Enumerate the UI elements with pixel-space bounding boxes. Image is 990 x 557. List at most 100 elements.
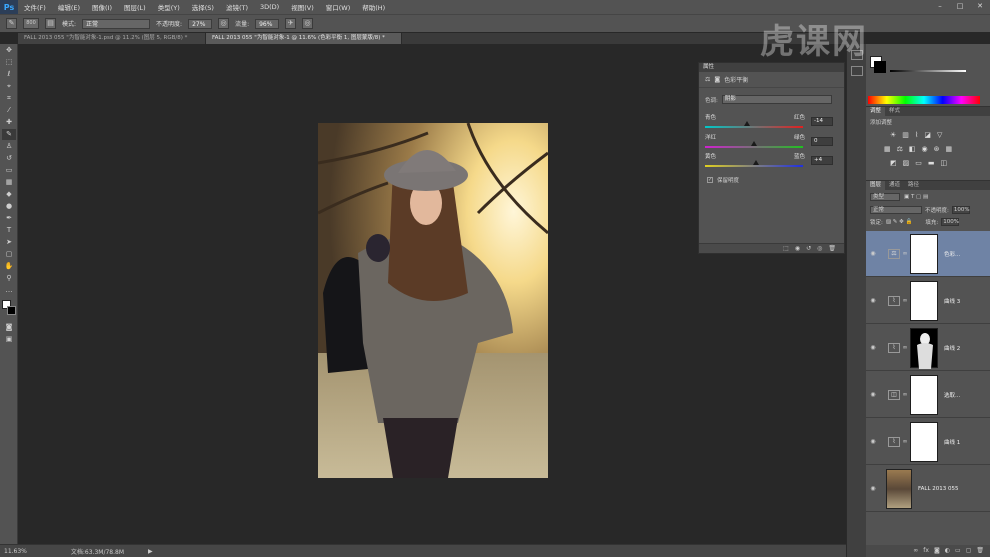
- pressure-opacity-icon[interactable]: ◎: [218, 18, 230, 29]
- extra-tools-icon[interactable]: …: [2, 285, 16, 296]
- zoom-readout[interactable]: 11.63%: [4, 548, 27, 555]
- type-tool-icon[interactable]: T: [2, 225, 16, 236]
- layer-row[interactable]: ◉ ⌇ ∞ 曲线 2: [866, 325, 990, 371]
- mask-icon[interactable]: ◙: [714, 76, 720, 83]
- layer-row[interactable]: ◉ FALL 2013 055: [866, 466, 990, 512]
- mode-select[interactable]: 正常: [82, 18, 151, 29]
- layer-opacity-input[interactable]: 100%: [951, 206, 970, 214]
- selective-color-icon[interactable]: ◫: [941, 159, 948, 167]
- tab-document-2[interactable]: FALL 2013 055 "为智能对象-1 @ 11.6% (色彩平衡 1, …: [206, 33, 402, 44]
- menu-image[interactable]: 图像(I): [86, 2, 118, 12]
- blend-mode-select[interactable]: 正常: [870, 206, 922, 214]
- dodge-tool-icon[interactable]: ●: [2, 201, 16, 212]
- link-icon[interactable]: ∞: [900, 391, 910, 398]
- menu-filter[interactable]: 滤镜(T): [220, 2, 254, 12]
- status-arrow-icon[interactable]: ▶: [148, 548, 153, 555]
- menu-window[interactable]: 窗口(W): [320, 2, 357, 12]
- document-image[interactable]: [318, 123, 548, 478]
- brush-size-picker[interactable]: 800: [23, 18, 39, 29]
- brush-tool-icon[interactable]: ✎: [2, 129, 16, 140]
- layer-kind-select[interactable]: 类型: [870, 193, 900, 201]
- visibility-eye-icon[interactable]: ◉: [866, 438, 880, 445]
- color-balance-icon[interactable]: ⚖: [897, 145, 903, 153]
- reset-icon[interactable]: ↺: [806, 244, 811, 253]
- layer-mask-thumb[interactable]: [910, 421, 938, 462]
- opacity-input[interactable]: 27%: [188, 18, 213, 29]
- layer-row[interactable]: ◉ ⌇ ∞ 曲线 1: [866, 419, 990, 465]
- tab-adjustments[interactable]: 调整: [866, 107, 886, 116]
- fx-icon[interactable]: fx: [923, 545, 929, 557]
- threshold-icon[interactable]: ▭: [915, 159, 922, 167]
- menu-layer[interactable]: 图层(L): [118, 2, 152, 12]
- new-group-icon[interactable]: ▭: [955, 545, 961, 557]
- layer-name[interactable]: 曲线 1: [944, 438, 960, 446]
- pen-tool-icon[interactable]: ✒: [2, 213, 16, 224]
- visibility-eye-icon[interactable]: ◉: [866, 297, 880, 304]
- shape-tool-icon[interactable]: ▢: [2, 249, 16, 260]
- menu-file[interactable]: 文件(F): [18, 2, 52, 12]
- menu-select[interactable]: 选择(S): [186, 2, 220, 12]
- menu-help[interactable]: 帮助(H): [356, 2, 391, 12]
- visibility-eye-icon[interactable]: ◉: [866, 391, 880, 398]
- flow-input[interactable]: 96%: [255, 18, 280, 29]
- layer-name[interactable]: 色彩...: [944, 250, 960, 258]
- layer-mask-thumb[interactable]: [910, 374, 938, 415]
- color-spectrum[interactable]: [868, 96, 980, 104]
- quick-select-tool-icon[interactable]: ⌖: [2, 81, 16, 92]
- blur-tool-icon[interactable]: ◆: [2, 189, 16, 200]
- gradient-tool-icon[interactable]: ▦: [2, 177, 16, 188]
- tone-select[interactable]: 阴影: [721, 95, 832, 104]
- marquee-tool-icon[interactable]: ⬚: [2, 57, 16, 68]
- airbrush-icon[interactable]: ✈: [285, 18, 297, 29]
- photo-filter-icon[interactable]: ◉: [922, 145, 928, 153]
- maximize-icon[interactable]: □: [954, 2, 966, 12]
- link-icon[interactable]: ∞: [900, 250, 910, 257]
- link-layers-icon[interactable]: ∞: [913, 545, 918, 557]
- clip-icon[interactable]: ⬚: [783, 244, 789, 253]
- slider-thumb[interactable]: [751, 141, 757, 146]
- color-swatches[interactable]: [2, 300, 16, 318]
- slider-track[interactable]: [705, 146, 803, 148]
- add-mask-icon[interactable]: ◙: [934, 545, 940, 557]
- slider-track[interactable]: [705, 126, 803, 128]
- fill-input[interactable]: 100%: [941, 218, 960, 226]
- brush-panel-icon[interactable]: ▤: [45, 18, 56, 29]
- delete-icon[interactable]: 🗑: [828, 244, 836, 253]
- healing-tool-icon[interactable]: ✚: [2, 117, 16, 128]
- tab-channels[interactable]: 通道: [885, 181, 904, 190]
- bw-icon[interactable]: ◧: [909, 145, 916, 153]
- tab-styles[interactable]: 样式: [885, 107, 904, 116]
- brush-tool-icon[interactable]: ✎: [6, 18, 17, 29]
- new-layer-icon[interactable]: ▢: [966, 545, 972, 557]
- layer-mask-thumb[interactable]: [910, 327, 938, 369]
- channel-mixer-icon[interactable]: ⊛: [934, 145, 940, 153]
- lasso-tool-icon[interactable]: ℓ: [2, 69, 16, 80]
- menu-view[interactable]: 视图(V): [285, 2, 320, 12]
- exposure-icon[interactable]: ◪: [924, 131, 931, 139]
- visibility-eye-icon[interactable]: ◉: [866, 485, 880, 492]
- slider-value-input[interactable]: 0: [811, 137, 833, 146]
- eraser-tool-icon[interactable]: ▭: [2, 165, 16, 176]
- curves-icon[interactable]: ⌇: [915, 131, 918, 139]
- levels-icon[interactable]: ▥: [902, 131, 909, 139]
- zoom-tool-icon[interactable]: ⚲: [2, 273, 16, 284]
- screen-mode-icon[interactable]: ▣: [2, 334, 16, 345]
- invert-icon[interactable]: ◩: [890, 159, 897, 167]
- gradient-map-icon[interactable]: ▬: [928, 159, 935, 167]
- filter-icons[interactable]: ▣ T ▢ ▤: [904, 194, 928, 200]
- color-slider[interactable]: [890, 70, 966, 72]
- close-icon[interactable]: ✕: [974, 2, 986, 12]
- path-select-icon[interactable]: ➤: [2, 237, 16, 248]
- view-previous-icon[interactable]: ◉: [795, 244, 800, 253]
- properties-panel-icon[interactable]: [851, 66, 863, 76]
- slider-thumb[interactable]: [752, 160, 759, 165]
- link-icon[interactable]: ∞: [900, 344, 910, 351]
- layer-mask-thumb[interactable]: [910, 233, 938, 274]
- color-bg-swatch[interactable]: [874, 61, 886, 73]
- background-color[interactable]: [7, 306, 16, 315]
- slider-track[interactable]: [705, 165, 803, 167]
- visibility-icon[interactable]: ◎: [817, 244, 822, 253]
- menu-edit[interactable]: 编辑(E): [52, 2, 86, 12]
- layer-name[interactable]: 选取...: [944, 391, 960, 399]
- link-icon[interactable]: ∞: [900, 297, 910, 304]
